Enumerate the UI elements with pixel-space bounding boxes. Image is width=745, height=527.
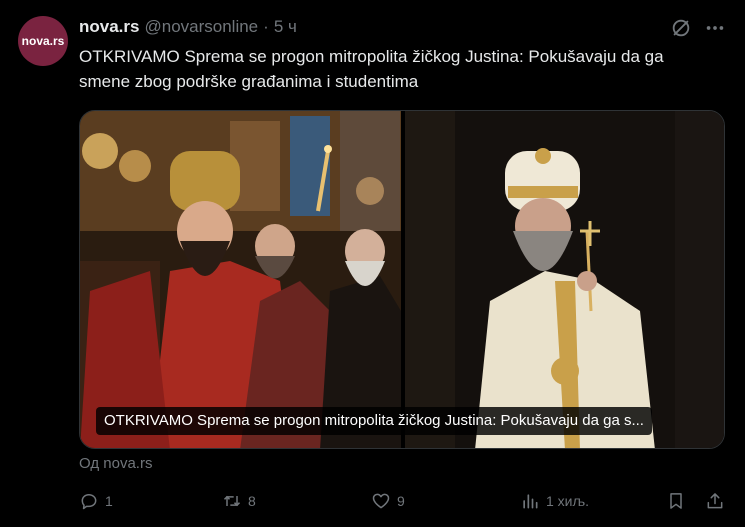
reply-icon	[81, 494, 97, 510]
more-icon[interactable]	[703, 17, 727, 39]
retweet-icon	[223, 495, 241, 507]
views-count: 1 хиљ.	[546, 493, 590, 509]
bookmark-icon	[670, 493, 682, 509]
photo-right[interactable]	[405, 111, 724, 448]
action-bar: 1 8 9 1 хиљ.	[79, 488, 725, 514]
tweet-text: OTKRIVAMO Sprema se progon mitropolita ž…	[79, 47, 664, 91]
views-icon	[523, 494, 538, 509]
retweet-button[interactable]: 8	[222, 488, 256, 514]
tweet-header: nova.rs @novarsonline · 5 ч	[79, 16, 297, 38]
avatar-logo-text: nova.rs	[21, 34, 65, 48]
display-name[interactable]: nova.rs	[79, 16, 139, 38]
media-card[interactable]: OTKRIVAMO Sprema se progon mitropolita ž…	[79, 110, 725, 449]
patriarch-photo	[405, 111, 724, 448]
source-label[interactable]: Од nova.rs	[79, 455, 152, 472]
church-clergy-photo	[80, 111, 401, 448]
bookmark-button[interactable]	[666, 488, 686, 514]
photo-left[interactable]	[80, 111, 401, 448]
views-button[interactable]: 1 хиљ.	[520, 488, 589, 514]
grok-icon[interactable]	[670, 17, 692, 39]
retweet-count: 8	[248, 493, 256, 509]
share-icon	[707, 493, 723, 509]
like-count: 9	[397, 493, 405, 509]
share-button[interactable]	[705, 488, 725, 514]
reply-count: 1	[105, 493, 113, 509]
separator-dot: ·	[263, 17, 269, 36]
like-icon	[372, 493, 390, 509]
user-handle[interactable]: @novarsonline	[144, 16, 258, 38]
like-button[interactable]: 9	[371, 488, 405, 514]
media-caption: OTKRIVAMO Sprema se progon mitropolita ž…	[96, 407, 652, 435]
reply-button[interactable]: 1	[79, 488, 113, 514]
timestamp[interactable]: 5 ч	[274, 16, 297, 38]
avatar[interactable]: nova.rs	[18, 16, 68, 66]
tweet[interactable]: nova.rs nova.rs @novarsonline · 5 ч OTKR…	[0, 0, 745, 527]
